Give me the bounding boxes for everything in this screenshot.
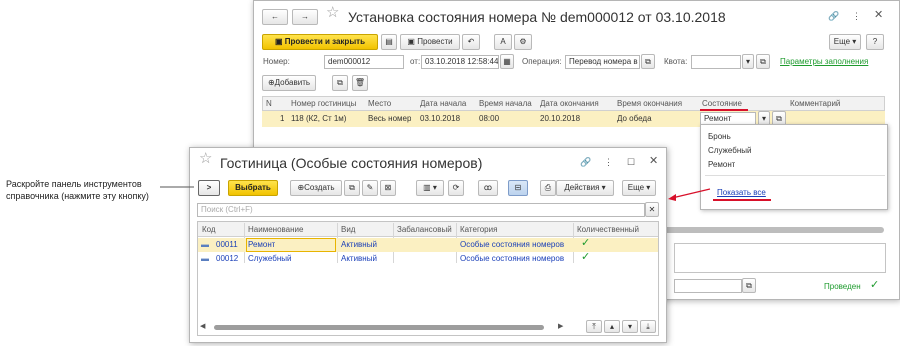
red-arrow-line: [671, 188, 711, 199]
annotation-arrows: [160, 186, 711, 201]
red-arrow-head: [668, 194, 676, 201]
